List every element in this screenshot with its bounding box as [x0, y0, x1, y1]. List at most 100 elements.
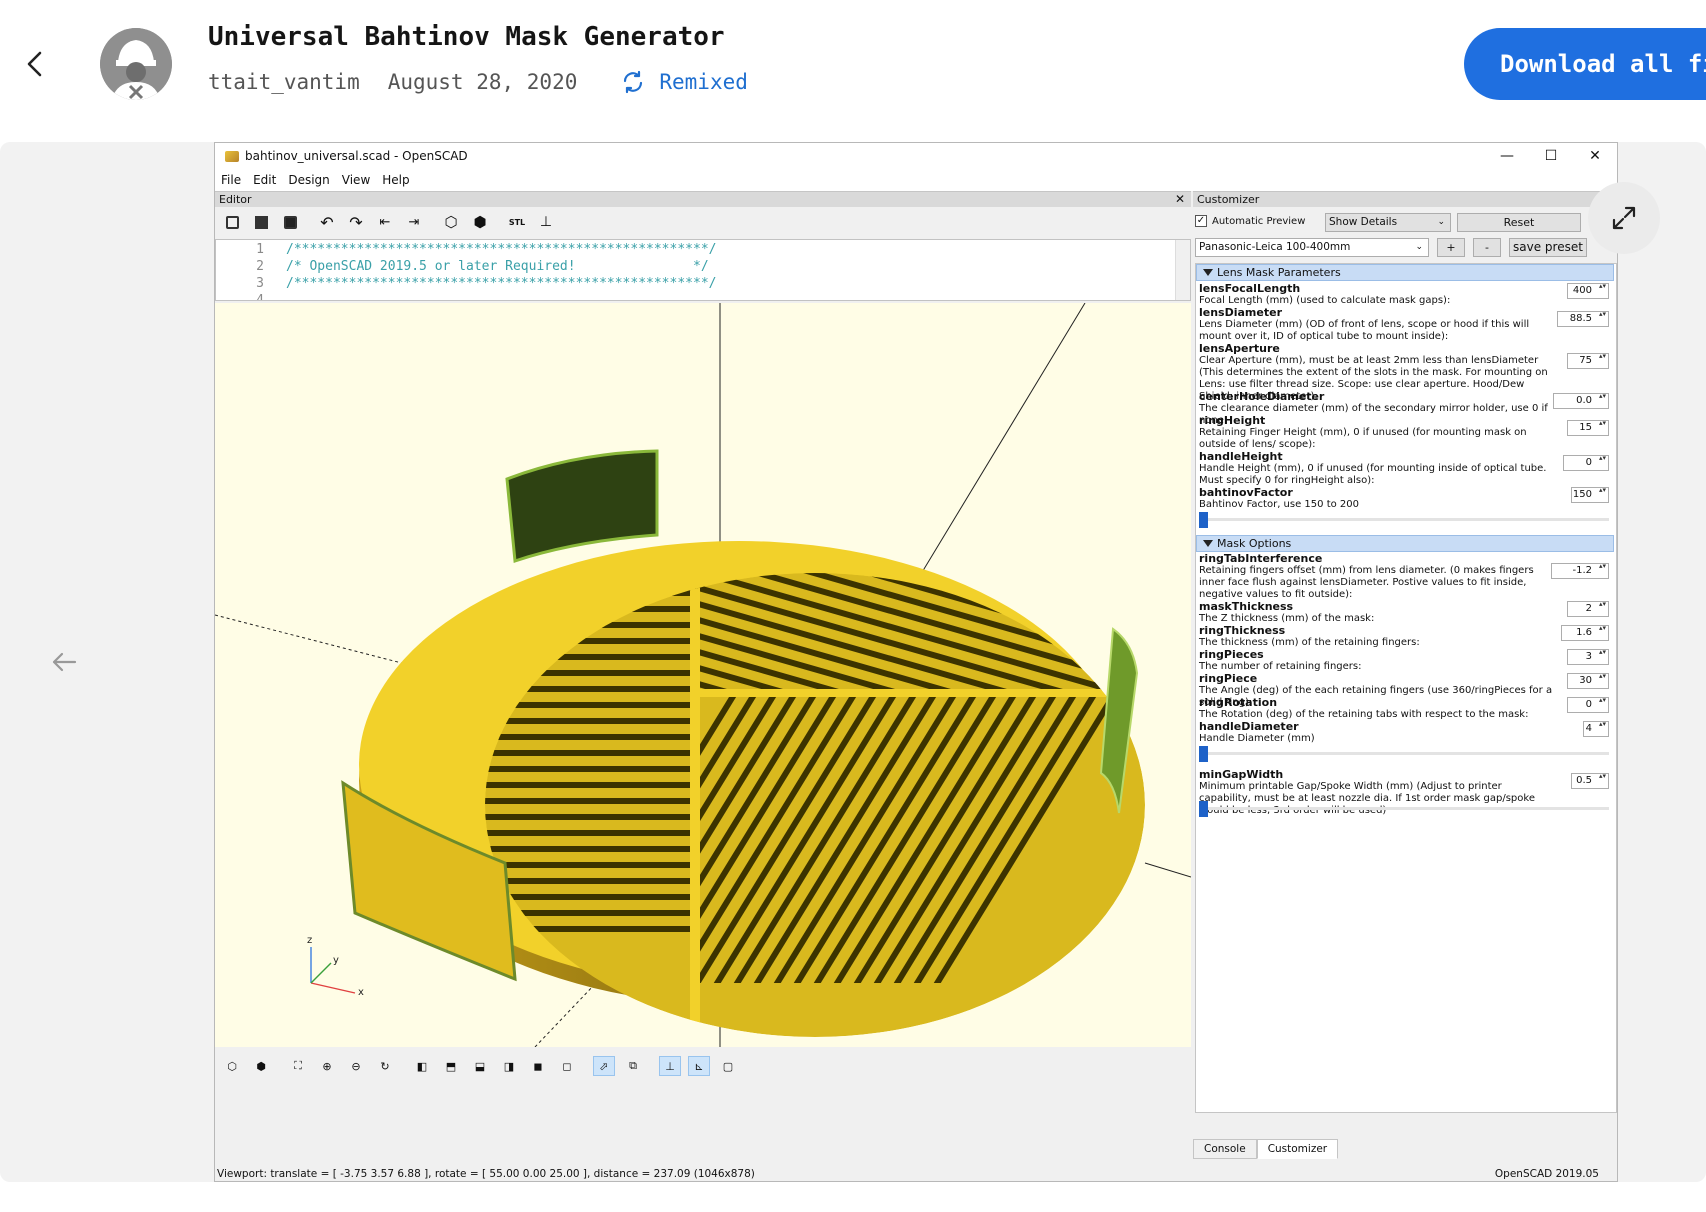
minGapWidth-slider[interactable] [1199, 801, 1609, 817]
folder-icon [254, 215, 268, 229]
menu-design[interactable]: Design [288, 173, 329, 187]
unindent-button[interactable]: ⇤ [374, 212, 396, 232]
redo-button[interactable]: ↷ [345, 212, 367, 232]
gallery-previous-button[interactable] [44, 642, 84, 682]
reset-view-button[interactable]: ↻ [374, 1056, 396, 1076]
slider-track [1199, 807, 1609, 810]
new-file-button[interactable] [221, 212, 243, 232]
fullscreen-button[interactable] [1588, 182, 1660, 254]
handleHeight-input[interactable]: 0 [1563, 455, 1609, 471]
param-name: ringHeight [1199, 414, 1266, 427]
automatic-preview-label: Automatic Preview [1212, 215, 1306, 227]
automatic-preview-checkbox[interactable]: ✓ Automatic Preview [1195, 215, 1305, 227]
tab-console[interactable]: Console [1193, 1139, 1257, 1159]
perspective-button[interactable]: ⬀ [593, 1056, 615, 1076]
ringPieces-input[interactable]: 3 [1567, 649, 1609, 665]
menu-file[interactable]: File [221, 173, 241, 187]
render-button[interactable]: ⬢ [250, 1056, 272, 1076]
avatar[interactable] [100, 28, 172, 100]
editor-scrollbar[interactable] [1175, 240, 1190, 300]
menu-view[interactable]: View [342, 173, 370, 187]
tab-customizer[interactable]: Customizer [1256, 1139, 1339, 1159]
ringThickness-input[interactable]: 1.6 [1561, 625, 1609, 641]
window-title: bahtinov_universal.scad - OpenSCAD [245, 149, 468, 163]
view-back-button[interactable]: ◻ [556, 1056, 578, 1076]
orthogonal-button[interactable]: ⧉ [622, 1056, 644, 1076]
details-select[interactable]: Show Details ⌄ [1325, 213, 1451, 232]
code-editor[interactable]: 1 2 3 4 /*******************************… [215, 239, 1191, 301]
open-file-button[interactable] [250, 212, 272, 232]
line-number: 3 [256, 276, 264, 291]
code-line: /***************************************… [286, 276, 717, 291]
ringHeight-input[interactable]: 15 [1567, 420, 1609, 436]
view-top-button[interactable]: ⬒ [440, 1056, 462, 1076]
save-preset-button[interactable]: save preset [1509, 238, 1587, 257]
editor-toolbar: ↶ ↷ ⇤ ⇥ ⬡ ⬢ STL ⊥ [215, 209, 1191, 235]
minGapWidth-input[interactable]: 0.5 [1571, 773, 1609, 789]
render-button[interactable]: ⬢ [469, 212, 491, 232]
param-lensDiameter: lensDiameter Lens Diameter (mm) (OD of f… [1199, 307, 1611, 343]
view-left-button[interactable]: ◨ [498, 1056, 520, 1076]
section-lens-mask-parameters[interactable]: Lens Mask Parameters [1196, 264, 1614, 281]
reset-button[interactable]: Reset [1457, 213, 1581, 232]
ringTabInterference-input[interactable]: -1.2 [1551, 563, 1609, 579]
slider-handle[interactable] [1199, 801, 1208, 817]
slider-handle[interactable] [1199, 746, 1208, 762]
send-to-printer-button[interactable]: ⊥ [535, 212, 557, 232]
centerHoleDiameter-input[interactable]: 0.0 [1553, 393, 1609, 409]
view-right-button[interactable]: ◧ [411, 1056, 433, 1076]
view-bottom-button[interactable]: ⬓ [469, 1056, 491, 1076]
view-front-button[interactable]: ◼ [527, 1056, 549, 1076]
edges-icon: ▢ [722, 1059, 734, 1073]
preview-button[interactable]: ⬡ [440, 212, 462, 232]
handleDiameter-input[interactable]: 4 [1583, 721, 1609, 737]
slider-handle[interactable] [1199, 512, 1208, 528]
section-mask-options[interactable]: Mask Options [1196, 535, 1614, 552]
param-handleHeight: handleHeight Handle Height (mm), 0 if un… [1199, 451, 1611, 487]
handleDiameter-slider[interactable] [1199, 746, 1609, 762]
ringPiece-input[interactable]: 30 [1567, 673, 1609, 689]
ringRotation-input[interactable]: 0 [1567, 697, 1609, 713]
param-description: Handle Diameter (mm) [1199, 733, 1315, 744]
save-file-button[interactable] [279, 212, 301, 232]
menu-help[interactable]: Help [382, 173, 409, 187]
preview-button[interactable]: ⬡ [221, 1056, 243, 1076]
project-meta: ttait_vantim August 28, 2020 Remixed [208, 70, 748, 94]
param-name: maskThickness [1199, 600, 1294, 613]
close-window-button[interactable]: ✕ [1573, 143, 1617, 169]
lensDiameter-input[interactable]: 88.5 [1557, 311, 1609, 327]
line-number: 2 [256, 259, 264, 274]
remixed-link[interactable]: Remixed [621, 70, 748, 94]
undo-button[interactable]: ↶ [316, 212, 338, 232]
lensFocalLength-input[interactable]: 400 [1567, 283, 1609, 299]
remove-preset-button[interactable]: - [1473, 238, 1501, 257]
chevron-down-icon: ⌄ [1437, 217, 1445, 227]
zoom-in-button[interactable]: ⊕ [316, 1056, 338, 1076]
show-axes-button[interactable]: ⊥ [659, 1056, 681, 1076]
render-cube-icon: ⬢ [473, 213, 487, 231]
cube-left-icon: ◨ [503, 1059, 515, 1073]
preset-select[interactable]: Panasonic-Leica 100-400mm ⌄ [1195, 238, 1429, 257]
viewport-toolbar: ⬡ ⬢ ⛶ ⊕ ⊖ ↻ ◧ ⬒ ⬓ ◨ ◼ ◻ ⬀ ⧉ ⊥ ⊾ ▢ [215, 1047, 1191, 1085]
maximize-button[interactable]: ☐ [1529, 143, 1573, 169]
bahtinovFactor-slider[interactable] [1199, 512, 1609, 528]
lensAperture-input[interactable]: 75 [1567, 353, 1609, 369]
show-scale-markers-button[interactable]: ⊾ [688, 1056, 710, 1076]
back-button[interactable] [14, 44, 54, 84]
openscad-window: bahtinov_universal.scad - OpenSCAD — ☐ ✕… [214, 142, 1618, 1182]
zoom-out-button[interactable]: ⊖ [345, 1056, 367, 1076]
menu-edit[interactable]: Edit [253, 173, 276, 187]
author-link[interactable]: ttait_vantim [208, 70, 360, 94]
view-all-button[interactable]: ⛶ [287, 1056, 309, 1076]
show-edges-button[interactable]: ▢ [717, 1056, 739, 1076]
add-preset-button[interactable]: + [1437, 238, 1465, 257]
bahtinovFactor-input[interactable]: 150 [1571, 487, 1609, 503]
export-stl-button[interactable]: STL [506, 212, 528, 232]
indent-button[interactable]: ⇥ [403, 212, 425, 232]
param-name: centerHoleDiameter [1199, 390, 1325, 403]
minimize-button[interactable]: — [1485, 143, 1529, 169]
editor-close-button[interactable]: ✕ [1175, 192, 1185, 207]
download-all-files-button[interactable]: Download all files [1464, 28, 1706, 100]
3d-viewport[interactable]: z y x [215, 303, 1191, 1047]
maskThickness-input[interactable]: 2 [1567, 601, 1609, 617]
